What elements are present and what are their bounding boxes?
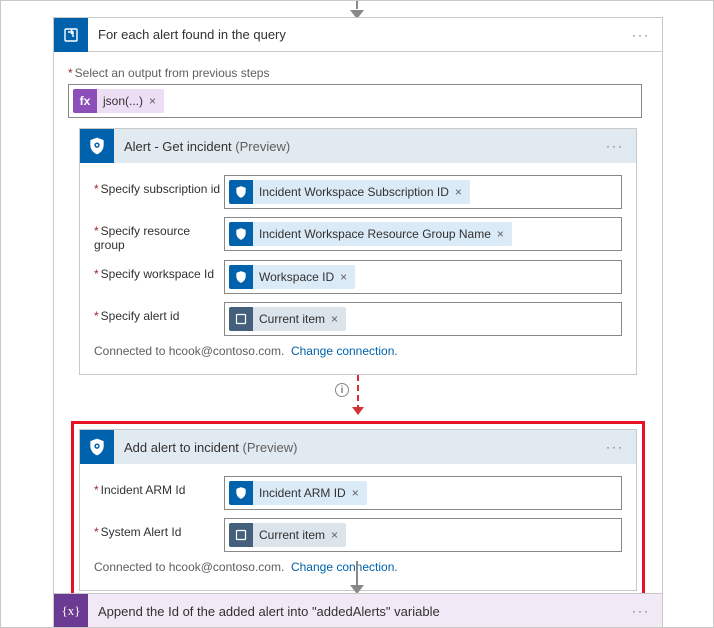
variable-icon: {x}	[54, 594, 88, 628]
subscription-id-input[interactable]: Incident Workspace Subscription ID ×	[224, 175, 622, 209]
foreach-body: *Select an output from previous steps fx…	[54, 52, 662, 615]
system-alert-id-label: *System Alert Id	[94, 518, 224, 539]
remove-token-button[interactable]: ×	[495, 227, 506, 241]
append-variable-title: Append the Id of the added alert into "a…	[88, 604, 450, 619]
get-incident-action: Alert - Get incident (Preview) ··· *Spec…	[79, 128, 637, 375]
json-expression-token[interactable]: fx json(...) ×	[73, 89, 164, 113]
current-item-token[interactable]: Current item ×	[229, 523, 346, 547]
foreach-token-icon	[229, 307, 253, 331]
foreach-icon	[54, 18, 88, 52]
sentinel-token-icon	[229, 481, 253, 505]
current-item-token[interactable]: Current item ×	[229, 307, 346, 331]
foreach-menu-button[interactable]: ···	[620, 28, 662, 42]
subscription-id-label: *Specify subscription id	[94, 175, 224, 196]
alert-id-input[interactable]: Current item ×	[224, 302, 622, 336]
connector-arrow	[349, 561, 365, 597]
fx-icon: fx	[73, 89, 97, 113]
foreach-title: For each alert found in the query	[88, 27, 296, 42]
resource-group-input[interactable]: Incident Workspace Resource Group Name ×	[224, 217, 622, 251]
incident-arm-id-label: *Incident ARM Id	[94, 476, 224, 497]
info-icon[interactable]: i	[335, 383, 349, 397]
add-alert-header[interactable]: Add alert to incident (Preview) ···	[80, 430, 636, 464]
add-alert-menu-button[interactable]: ···	[594, 440, 636, 454]
resource-group-token[interactable]: Incident Workspace Resource Group Name ×	[229, 222, 512, 246]
append-variable-action: {x} Append the Id of the added alert int…	[53, 593, 663, 628]
alert-id-label: *Specify alert id	[94, 302, 224, 323]
connector-dashed: i	[68, 375, 648, 421]
get-incident-title: Alert - Get incident (Preview)	[114, 139, 300, 154]
sentinel-icon	[80, 129, 114, 163]
get-incident-menu-button[interactable]: ···	[594, 139, 636, 153]
connection-info: Connected to hcook@contoso.com. Change c…	[94, 344, 622, 358]
remove-token-button[interactable]: ×	[329, 312, 340, 326]
foreach-header[interactable]: For each alert found in the query ···	[54, 18, 662, 52]
append-variable-header[interactable]: {x} Append the Id of the added alert int…	[54, 594, 662, 628]
select-output-input[interactable]: fx json(...) ×	[68, 84, 642, 118]
foreach-token-icon	[229, 523, 253, 547]
foreach-action: For each alert found in the query ··· *S…	[53, 17, 663, 616]
system-alert-id-input[interactable]: Current item ×	[224, 518, 622, 552]
remove-token-button[interactable]: ×	[350, 486, 361, 500]
select-output-label: *Select an output from previous steps	[68, 66, 648, 80]
sentinel-icon	[80, 430, 114, 464]
remove-token-button[interactable]: ×	[147, 94, 158, 108]
incident-arm-id-token[interactable]: Incident ARM ID ×	[229, 481, 367, 505]
resource-group-label: *Specify resource group	[94, 217, 224, 252]
change-connection-link[interactable]: Change connection.	[291, 344, 398, 358]
remove-token-button[interactable]: ×	[329, 528, 340, 542]
workspace-id-input[interactable]: Workspace ID ×	[224, 260, 622, 294]
append-menu-button[interactable]: ···	[620, 604, 662, 618]
sentinel-token-icon	[229, 222, 253, 246]
get-incident-header[interactable]: Alert - Get incident (Preview) ···	[80, 129, 636, 163]
logic-app-designer-canvas: For each alert found in the query ··· *S…	[0, 0, 714, 628]
subscription-id-token[interactable]: Incident Workspace Subscription ID ×	[229, 180, 470, 204]
change-connection-link[interactable]: Change connection.	[291, 560, 398, 574]
remove-token-button[interactable]: ×	[338, 270, 349, 284]
add-alert-title: Add alert to incident (Preview)	[114, 440, 307, 455]
incident-arm-id-input[interactable]: Incident ARM ID ×	[224, 476, 622, 510]
workspace-id-token[interactable]: Workspace ID ×	[229, 265, 355, 289]
workspace-id-label: *Specify workspace Id	[94, 260, 224, 281]
remove-token-button[interactable]: ×	[453, 185, 464, 199]
sentinel-token-icon	[229, 180, 253, 204]
sentinel-token-icon	[229, 265, 253, 289]
